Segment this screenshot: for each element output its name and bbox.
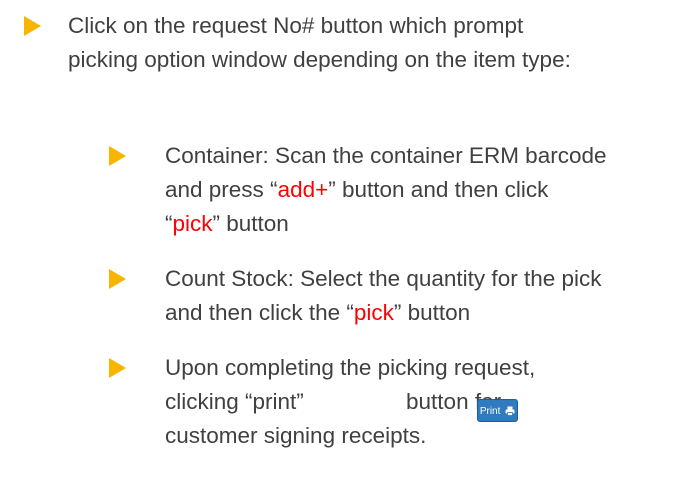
text-line: Click on the request No# button which pr… [68, 13, 524, 38]
text-segment: “ [165, 211, 173, 236]
add-keyword: add+ [277, 177, 329, 202]
text-segment: ” button [212, 211, 289, 236]
pick-keyword: pick [353, 300, 394, 325]
text-segment: and press “ [165, 177, 278, 202]
print-icon [505, 406, 515, 416]
print-button[interactable]: Print [477, 399, 518, 422]
text-line: picking option window depending on the i… [68, 47, 571, 72]
text-line: customer signing receipts. [165, 423, 427, 448]
bullet-arrow-icon [109, 269, 126, 289]
bullet-arrow-icon [109, 146, 126, 166]
text-line: and then click the “pick” button [165, 296, 695, 330]
instruction-container: Container: Scan the container ERM barcod… [165, 139, 695, 241]
text-line: Count Stock: Select the quantity for the… [165, 266, 602, 291]
print-button-label: Print [479, 406, 501, 417]
text-line: Upon completing the picking request, [165, 355, 536, 380]
text-line: and press “add+” button and then click [165, 173, 695, 207]
text-line: “pick” button [165, 207, 695, 241]
instruction-print: Upon completing the picking request, cli… [165, 351, 695, 453]
text-segment: ” button and then click [328, 177, 549, 202]
text-segment: clicking “print” [165, 389, 304, 414]
text-line: Container: Scan the container ERM barcod… [165, 143, 607, 168]
bullet-arrow-icon [109, 358, 126, 378]
pick-keyword: pick [172, 211, 213, 236]
text-line: clicking “print” button for [165, 385, 695, 419]
text-segment: ” button [393, 300, 471, 325]
bullet-arrow-icon [24, 16, 41, 36]
instruction-count-stock: Count Stock: Select the quantity for the… [165, 262, 695, 330]
instruction-main: Click on the request No# button which pr… [68, 9, 693, 77]
text-segment: and then click the “ [165, 300, 354, 325]
